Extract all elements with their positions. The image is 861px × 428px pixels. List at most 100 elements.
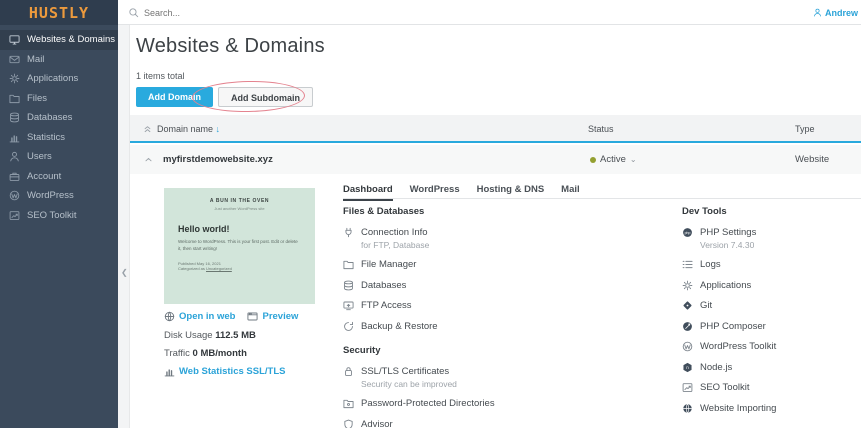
seo-chart-icon xyxy=(9,210,20,221)
bar-chart-icon xyxy=(164,366,175,377)
sidebar-item-label: Databases xyxy=(27,112,73,124)
item-ftp-access[interactable]: FTP Access xyxy=(343,300,673,312)
brand-logo[interactable]: HUSTLY xyxy=(0,0,118,25)
lock-icon xyxy=(343,366,354,377)
item-label: WordPress Toolkit xyxy=(700,341,777,352)
nodejs-icon: n xyxy=(682,362,693,373)
list-icon xyxy=(682,259,693,270)
preview-links: Open in web Preview xyxy=(164,311,298,322)
disk-usage-label: Disk Usage xyxy=(164,330,213,341)
add-domain-button[interactable]: Add Domain xyxy=(136,87,213,107)
item-backup-restore[interactable]: Backup & Restore xyxy=(343,320,673,332)
item-label: Password-Protected Directories xyxy=(361,398,495,409)
item-label: Backup & Restore xyxy=(361,320,438,332)
traffic: Traffic 0 MB/month xyxy=(164,348,247,359)
sidebar-item-wordpress[interactable]: WordPress xyxy=(0,186,118,206)
sidebar-item-mail[interactable]: Mail xyxy=(0,50,118,70)
item-label: Node.js xyxy=(700,361,733,373)
item-databases[interactable]: Databases xyxy=(343,279,673,291)
item-label: Advisor xyxy=(361,418,393,428)
item-logs[interactable]: Logs xyxy=(682,259,861,271)
item-connection-info[interactable]: Connection Info for FTP, Database xyxy=(343,226,673,250)
preview-label: Preview xyxy=(262,311,299,322)
sidebar-item-label: WordPress xyxy=(27,190,74,202)
status-dropdown[interactable]: Active ⌄ xyxy=(590,154,637,165)
sidebar-item-label: Websites & Domains xyxy=(27,34,115,46)
open-in-web-link[interactable]: Open in web xyxy=(164,311,235,322)
preview-window-icon xyxy=(247,311,259,322)
user-icon xyxy=(9,151,20,162)
user-icon xyxy=(813,8,822,17)
item-website-importing[interactable]: Website Importing xyxy=(682,402,861,414)
sidebar-item-account[interactable]: Account xyxy=(0,167,118,187)
column-header-label: Domain name xyxy=(157,124,214,134)
sidebar-item-label: Statistics xyxy=(27,131,66,143)
item-php-settings[interactable]: php PHP Settings Version 7.4.30 xyxy=(682,226,861,250)
item-label: SEO Toolkit xyxy=(700,382,750,393)
item-label: PHP Settings xyxy=(700,226,757,238)
domain-table-row[interactable]: myfirstdemowebsite.xyz Active ⌄ Website xyxy=(130,145,861,174)
sidebar-item-label: Users xyxy=(27,151,52,163)
section-heading: Security xyxy=(343,345,381,356)
sidebar-item-databases[interactable]: Databases xyxy=(0,108,118,128)
add-subdomain-button[interactable]: Add Subdomain xyxy=(218,87,313,107)
sidebar-item-statistics[interactable]: Statistics xyxy=(0,128,118,148)
row-collapse-icon[interactable] xyxy=(143,154,154,165)
item-nodejs[interactable]: n Node.js xyxy=(682,361,861,373)
plug-icon xyxy=(343,227,354,238)
user-name: Andrew R xyxy=(825,7,861,18)
ftp-monitor-icon xyxy=(343,300,354,311)
preview-category: Categorized as xyxy=(178,265,207,271)
section-files-databases: Files & Databases Connection Info for FT… xyxy=(343,206,673,332)
action-buttons: Add Domain Add Subdomain xyxy=(136,87,313,107)
sidebar-item-label: Files xyxy=(27,92,48,104)
svg-text:php: php xyxy=(685,230,691,234)
globe-icon xyxy=(164,311,175,322)
seo-chart-icon xyxy=(682,382,693,393)
globe-import-icon xyxy=(682,403,693,414)
item-label: Databases xyxy=(361,279,407,291)
shield-icon xyxy=(343,419,354,428)
sidebar-item-files[interactable]: Files xyxy=(0,89,118,109)
wordpress-icon xyxy=(9,190,20,201)
item-password-protected-directories[interactable]: Password-Protected Directories xyxy=(343,398,673,410)
preview-link[interactable]: Preview xyxy=(247,311,298,322)
collapse-all-icon[interactable] xyxy=(142,123,153,134)
disk-usage-value: 112.5 MB xyxy=(215,330,256,341)
collapse-sidebar-icon[interactable]: ❮ xyxy=(121,268,128,277)
sidebar-item-label: Mail xyxy=(27,53,45,65)
item-applications[interactable]: Applications xyxy=(682,279,861,291)
item-advisor[interactable]: Advisor xyxy=(343,418,673,428)
search-box[interactable] xyxy=(128,0,324,25)
item-wordpress-toolkit[interactable]: WordPress Toolkit xyxy=(682,341,861,353)
sidebar-item-users[interactable]: Users xyxy=(0,147,118,167)
item-php-composer[interactable]: PHP Composer xyxy=(682,320,861,332)
gear-icon xyxy=(9,73,20,84)
search-input[interactable] xyxy=(144,7,324,18)
user-menu[interactable]: Andrew R xyxy=(813,0,861,25)
database-icon xyxy=(9,112,20,123)
composer-icon xyxy=(682,321,693,332)
item-seo-toolkit[interactable]: SEO Toolkit xyxy=(682,382,861,394)
preview-category-link: Uncategorized xyxy=(206,265,232,271)
preview-post-title: Hello world! xyxy=(178,224,230,234)
item-ssl-tls-certificates[interactable]: SSL/TLS Certificates Security can be imp… xyxy=(343,365,673,389)
web-statistics-link[interactable]: Web Statistics SSL/TLS xyxy=(164,366,285,377)
column-header-domain[interactable]: Domain name ↓ xyxy=(157,124,220,134)
sidebar-item-seo-toolkit[interactable]: SEO Toolkit xyxy=(0,206,118,226)
traffic-label: Traffic xyxy=(164,348,190,359)
sidebar-item-label: SEO Toolkit xyxy=(27,209,77,221)
search-icon xyxy=(128,7,139,18)
sidebar-item-applications[interactable]: Applications xyxy=(0,69,118,89)
folder-icon xyxy=(343,259,354,270)
item-sublabel: Security can be improved xyxy=(361,379,457,389)
site-preview-thumbnail: A BUN IN THE OVEN Just another WordPress… xyxy=(164,188,315,304)
open-in-web-label: Open in web xyxy=(179,311,236,322)
sort-descending-icon: ↓ xyxy=(215,124,221,134)
item-file-manager[interactable]: File Manager xyxy=(343,259,673,271)
item-git[interactable]: Git xyxy=(682,300,861,312)
database-icon xyxy=(343,280,354,291)
sidebar-item-websites-domains[interactable]: Websites & Domains xyxy=(0,30,118,50)
gear-icon xyxy=(682,280,693,291)
domain-name[interactable]: myfirstdemowebsite.xyz xyxy=(163,154,273,165)
